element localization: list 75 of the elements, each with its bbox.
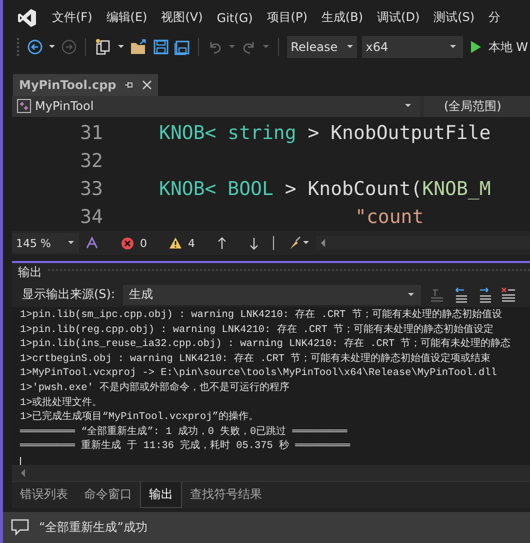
member-dropdown[interactable]: (全局范围): [424, 96, 530, 118]
caret-icon[interactable]: [116, 44, 125, 50]
output-line: ═════════ 重新生成 于 11:36 完成，耗时 05.375 秒 ═════════: [20, 440, 352, 454]
run-button[interactable]: 本地 W: [468, 38, 530, 56]
line-number: 34: [79, 206, 103, 228]
caret-icon: [66, 240, 75, 246]
line-number: 32: [79, 150, 103, 172]
error-icon[interactable]: [120, 236, 134, 250]
menu-item[interactable]: 生成(B): [314, 9, 370, 26]
notification-icon[interactable]: [11, 518, 29, 536]
output-line: 1>MyPinTool.vcxproj -> E:\pin\source\tools\MyPinTool\x64\Release\MyPinTool.dll: [20, 367, 498, 382]
next-message-icon[interactable]: [477, 286, 494, 303]
folder-icon[interactable]: [130, 39, 148, 56]
code-line: KNOB< BOOL > KnobCount(KNOB_M: [159, 178, 491, 200]
previous-message-icon[interactable]: [453, 286, 470, 303]
caret-icon: [346, 44, 354, 50]
pin-icon[interactable]: [124, 80, 134, 90]
menu-item[interactable]: Git(G): [210, 10, 260, 25]
warning-icon[interactable]: [168, 237, 182, 250]
output-line: 1>pin.lib(sm_ipc.cpp.obj) : warning LNK4210: 存在 .CRT 节；可能有未处理的静态初始值设: [20, 308, 503, 323]
platform-dropdown[interactable]: x64: [362, 36, 464, 58]
output-line: 1>已完成生成项目“MyPinTool.vcxproj”的操作。: [20, 411, 260, 426]
panel-tab[interactable]: 查找符号结果: [182, 482, 270, 508]
caret-icon[interactable]: [48, 44, 56, 50]
down-arrow-icon[interactable]: [248, 236, 259, 250]
menu-item[interactable]: 测试(S): [426, 9, 482, 26]
menu-item[interactable]: 项目(P): [260, 9, 314, 26]
menu-item[interactable]: 分: [482, 9, 508, 26]
line-number: 31: [79, 122, 103, 144]
output-line: 1>pin.lib(reg.cpp.obj) : warning LNK4210: 存在 .CRT 节；可能有未处理的静态初始值设定: [20, 324, 494, 338]
caret-icon: [404, 103, 412, 110]
status-message: “全部重新生成”成功: [39, 518, 148, 536]
output-line: ═════════ “全部重新生成”: 1 成功，0 失败，0已跳过 ═════════: [20, 426, 348, 440]
panel-title: 输出: [18, 264, 42, 282]
warning-count: 4: [188, 236, 195, 250]
scope-dropdown[interactable]: MyPinTool: [12, 96, 420, 118]
source-label: 显示输出来源(S):: [22, 286, 116, 304]
find-message-icon[interactable]: [429, 286, 446, 303]
up-arrow-icon[interactable]: [216, 236, 227, 250]
panel-tab[interactable]: 命令窗口: [76, 482, 140, 508]
output-line: 1>pin.lib(ins_reuse_ia32.cpp.obj) : warning LNK4210: 存在 .CRT 节；可能有未处理的静态: [20, 338, 512, 352]
editor-tab[interactable]: MyPinTool.cpp: [13, 74, 158, 96]
close-icon[interactable]: [142, 80, 152, 90]
output-source-dropdown[interactable]: 生成: [123, 284, 422, 305]
save-all-icon[interactable]: [174, 39, 190, 56]
save-icon[interactable]: [152, 39, 169, 56]
output-line: 1>'pwsh.exe' 不是内部或外部命令，也不是可运行的程序: [20, 382, 290, 396]
scroll-left-icon[interactable]: [20, 468, 26, 477]
error-count: 0: [140, 236, 147, 250]
horizontal-scrollbar[interactable]: [316, 236, 530, 250]
menu-item[interactable]: 调试(D): [370, 9, 427, 26]
code-line: KNOB< string > KnobOutputFile: [159, 122, 491, 144]
zoom-dropdown[interactable]: 145 %: [12, 233, 79, 254]
horizontal-scrollbar[interactable]: [12, 464, 530, 481]
scope-label: MyPinTool: [35, 99, 95, 114]
panel-tab[interactable]: 错误列表: [12, 482, 76, 508]
menu-item[interactable]: 文件(F): [45, 9, 100, 26]
app-logo-icon: [17, 8, 37, 28]
menu-item[interactable]: 视图(V): [154, 9, 210, 26]
scroll-left-icon[interactable]: [320, 239, 326, 248]
new-project-icon[interactable]: [94, 38, 112, 56]
panel-tab[interactable]: 输出: [140, 482, 182, 508]
menu-item[interactable]: 编辑(E): [99, 9, 154, 26]
caret-icon: [449, 44, 458, 50]
clear-all-icon[interactable]: [501, 286, 516, 303]
brush-icon[interactable]: [288, 236, 310, 250]
caret-icon: [407, 292, 416, 298]
code-line: "count: [355, 206, 424, 228]
line-number: 33: [79, 178, 103, 200]
output-line: 1>或批处理文件。: [20, 396, 104, 410]
play-icon: [470, 40, 482, 54]
project-icon: [17, 99, 31, 114]
back-icon[interactable]: [26, 39, 43, 56]
output-line: 1>crtbeginS.obj : warning LNK4210: 存在 .CRT 节；可能有未处理的静态初始值设定项或结束: [20, 352, 492, 367]
configuration-dropdown[interactable]: Release: [286, 36, 357, 58]
